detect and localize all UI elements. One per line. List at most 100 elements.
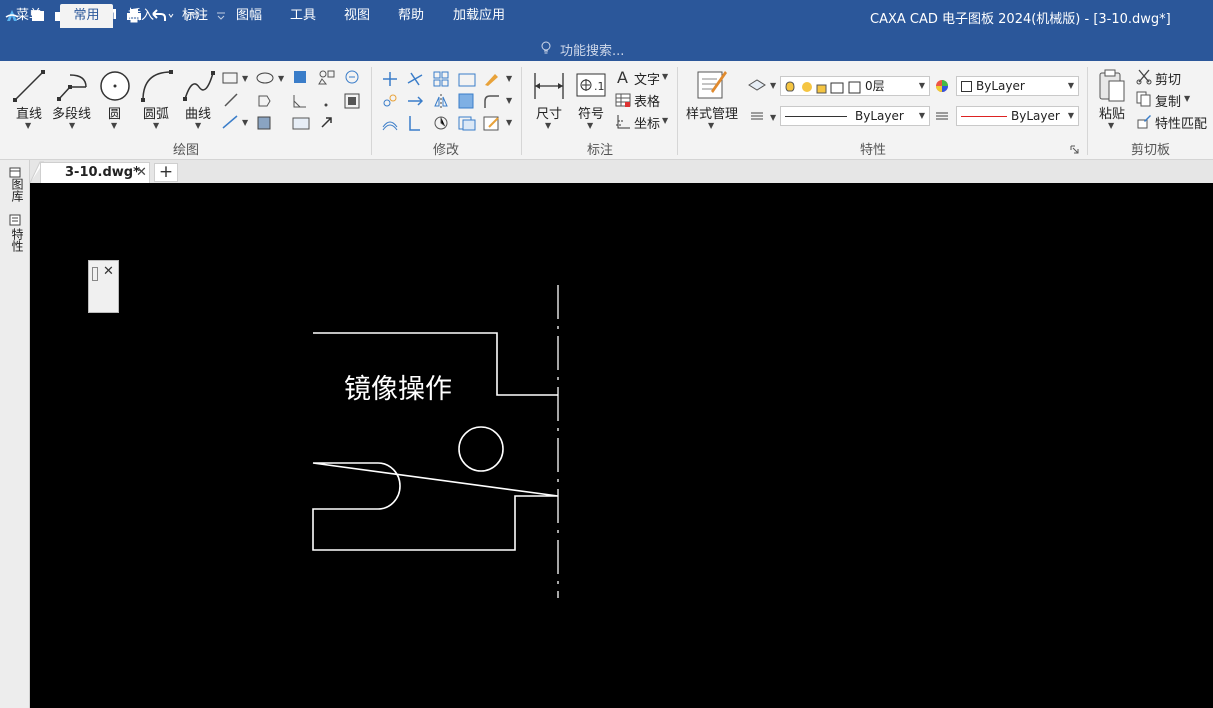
circle-label[interactable]: 圆 [108, 103, 121, 122]
tab-menu[interactable]: 菜单 [6, 6, 52, 28]
pencil-icon[interactable] [483, 71, 501, 91]
tab-home[interactable]: 常用 [60, 4, 113, 28]
fillet-icon[interactable] [483, 93, 501, 113]
chevron-down-icon[interactable]: ▼ [662, 116, 668, 125]
line-label[interactable]: 直线 [16, 103, 42, 122]
copy-label[interactable]: 复制 [1155, 91, 1181, 110]
style-manager-label[interactable]: 样式管理 [686, 103, 738, 122]
chevron-down-icon[interactable]: ▼ [770, 81, 776, 90]
arc-icon[interactable] [140, 69, 174, 107]
paste-label[interactable]: 粘贴 [1099, 103, 1125, 122]
move-icon[interactable] [382, 71, 398, 91]
color-wheel-icon[interactable] [935, 79, 949, 97]
symbol-icon[interactable]: .1 [576, 71, 606, 103]
tab-annotate[interactable]: 标注 [172, 6, 218, 28]
scissors-icon[interactable] [1136, 69, 1152, 89]
paste-icon[interactable] [1097, 69, 1127, 107]
polyline-icon[interactable] [56, 69, 90, 107]
drawing-canvas[interactable] [30, 183, 1213, 708]
lineweight-select[interactable]: ByLayer ▼ [956, 106, 1079, 126]
color-select[interactable]: ByLayer ▼ [956, 76, 1079, 96]
point-icon[interactable] [323, 97, 329, 112]
coordinate-label[interactable]: 坐标 [634, 113, 660, 132]
chevron-down-icon[interactable]: ▼ [662, 72, 668, 81]
new-tab-button[interactable]: + [154, 163, 178, 182]
chevron-down-icon[interactable]: ▼ [278, 74, 284, 83]
tab-load-apps[interactable]: 加载应用 [446, 6, 512, 28]
chevron-down-icon[interactable]: ▼ [242, 74, 248, 83]
construction-line-icon[interactable] [222, 115, 238, 133]
region-icon[interactable] [256, 115, 272, 135]
side-tab-library[interactable]: 图库 [9, 178, 26, 202]
trim-icon[interactable] [407, 71, 423, 91]
chevron-down-icon[interactable]: ▼ [195, 121, 201, 130]
edit-icon[interactable] [483, 115, 501, 135]
centerline-icon[interactable] [224, 93, 238, 111]
linetype-select[interactable]: ByLayer ▼ [780, 106, 930, 126]
chevron-down-icon[interactable]: ▼ [506, 74, 512, 83]
document-tab[interactable]: 3-10.dwg* ✕ [40, 162, 150, 183]
chevron-down-icon[interactable]: ▼ [545, 121, 551, 130]
image-icon[interactable] [292, 115, 310, 135]
close-icon[interactable]: ✕ [103, 264, 114, 279]
spline-icon[interactable] [182, 69, 216, 107]
hatch-icon[interactable] [292, 69, 308, 89]
floating-toolbar[interactable]: ✕ [88, 260, 119, 313]
chevron-down-icon[interactable]: ▼ [708, 121, 714, 130]
dimension-icon[interactable] [532, 69, 566, 107]
cut-label[interactable]: 剪切 [1155, 69, 1181, 88]
rectangle-icon[interactable] [222, 71, 238, 89]
chevron-down-icon[interactable]: ▼ [506, 118, 512, 127]
layer-select[interactable]: 0层 ▼ [780, 76, 930, 96]
polygon-icon[interactable] [256, 93, 272, 113]
chevron-down-icon[interactable]: ▼ [587, 121, 593, 130]
chevron-down-icon[interactable]: ▼ [242, 118, 248, 127]
scale-icon[interactable] [458, 71, 476, 91]
polyline-label[interactable]: 多段线 [52, 103, 91, 122]
chevron-down-icon[interactable]: ▼ [153, 121, 159, 130]
tab-view[interactable]: 视图 [334, 6, 380, 28]
circle-icon[interactable] [98, 69, 132, 107]
mirror-icon[interactable] [433, 93, 449, 113]
match-properties-label[interactable]: 特性匹配 [1155, 113, 1207, 132]
match-properties-icon[interactable] [1136, 113, 1152, 133]
layer-manager-icon[interactable] [748, 77, 766, 97]
chevron-down-icon[interactable]: ▼ [111, 121, 117, 130]
angle-line-icon[interactable] [292, 93, 308, 113]
side-tab-properties[interactable]: 特性 [9, 228, 26, 252]
rotate-icon[interactable] [382, 93, 398, 113]
spline-label[interactable]: 曲线 [185, 103, 211, 122]
line-icon[interactable] [12, 69, 46, 107]
table-icon[interactable] [615, 92, 631, 112]
copy-icon[interactable] [1136, 91, 1152, 111]
arc-label[interactable]: 圆弧 [143, 103, 169, 122]
tab-insert[interactable]: 插入 [118, 6, 164, 28]
block-icon[interactable] [318, 69, 336, 89]
chevron-down-icon[interactable]: ▼ [1108, 121, 1114, 130]
chevron-down-icon[interactable]: ▼ [506, 96, 512, 105]
dimension-label[interactable]: 尺寸 [536, 103, 562, 122]
explode-icon[interactable] [433, 115, 449, 135]
linetype-manager-icon[interactable] [750, 110, 764, 126]
chamfer-icon[interactable] [458, 115, 476, 135]
tab-help[interactable]: 帮助 [388, 6, 434, 28]
extend-icon[interactable] [407, 93, 424, 113]
text-icon[interactable]: A [616, 68, 632, 89]
offset-icon[interactable] [382, 115, 398, 135]
chevron-down-icon[interactable]: ▼ [770, 113, 776, 122]
function-search[interactable]: 功能搜索... [540, 40, 624, 59]
symbol-label[interactable]: 符号 [578, 103, 604, 122]
chevron-down-icon[interactable]: ▼ [69, 121, 75, 130]
stretch-icon[interactable] [458, 93, 474, 113]
ellipse-icon[interactable] [256, 71, 274, 89]
chevron-down-icon[interactable]: ▼ [25, 121, 31, 130]
coordinate-icon[interactable] [615, 114, 631, 134]
grip-icon[interactable] [92, 267, 98, 281]
insert-block-icon[interactable] [344, 69, 360, 89]
chevron-down-icon[interactable]: ▼ [1184, 94, 1190, 103]
text-label[interactable]: 文字 [634, 69, 660, 88]
dialog-launcher-icon[interactable] [1070, 143, 1079, 158]
array-icon[interactable] [433, 71, 449, 91]
style-manager-icon[interactable] [695, 67, 729, 105]
tab-tools[interactable]: 工具 [280, 6, 326, 28]
